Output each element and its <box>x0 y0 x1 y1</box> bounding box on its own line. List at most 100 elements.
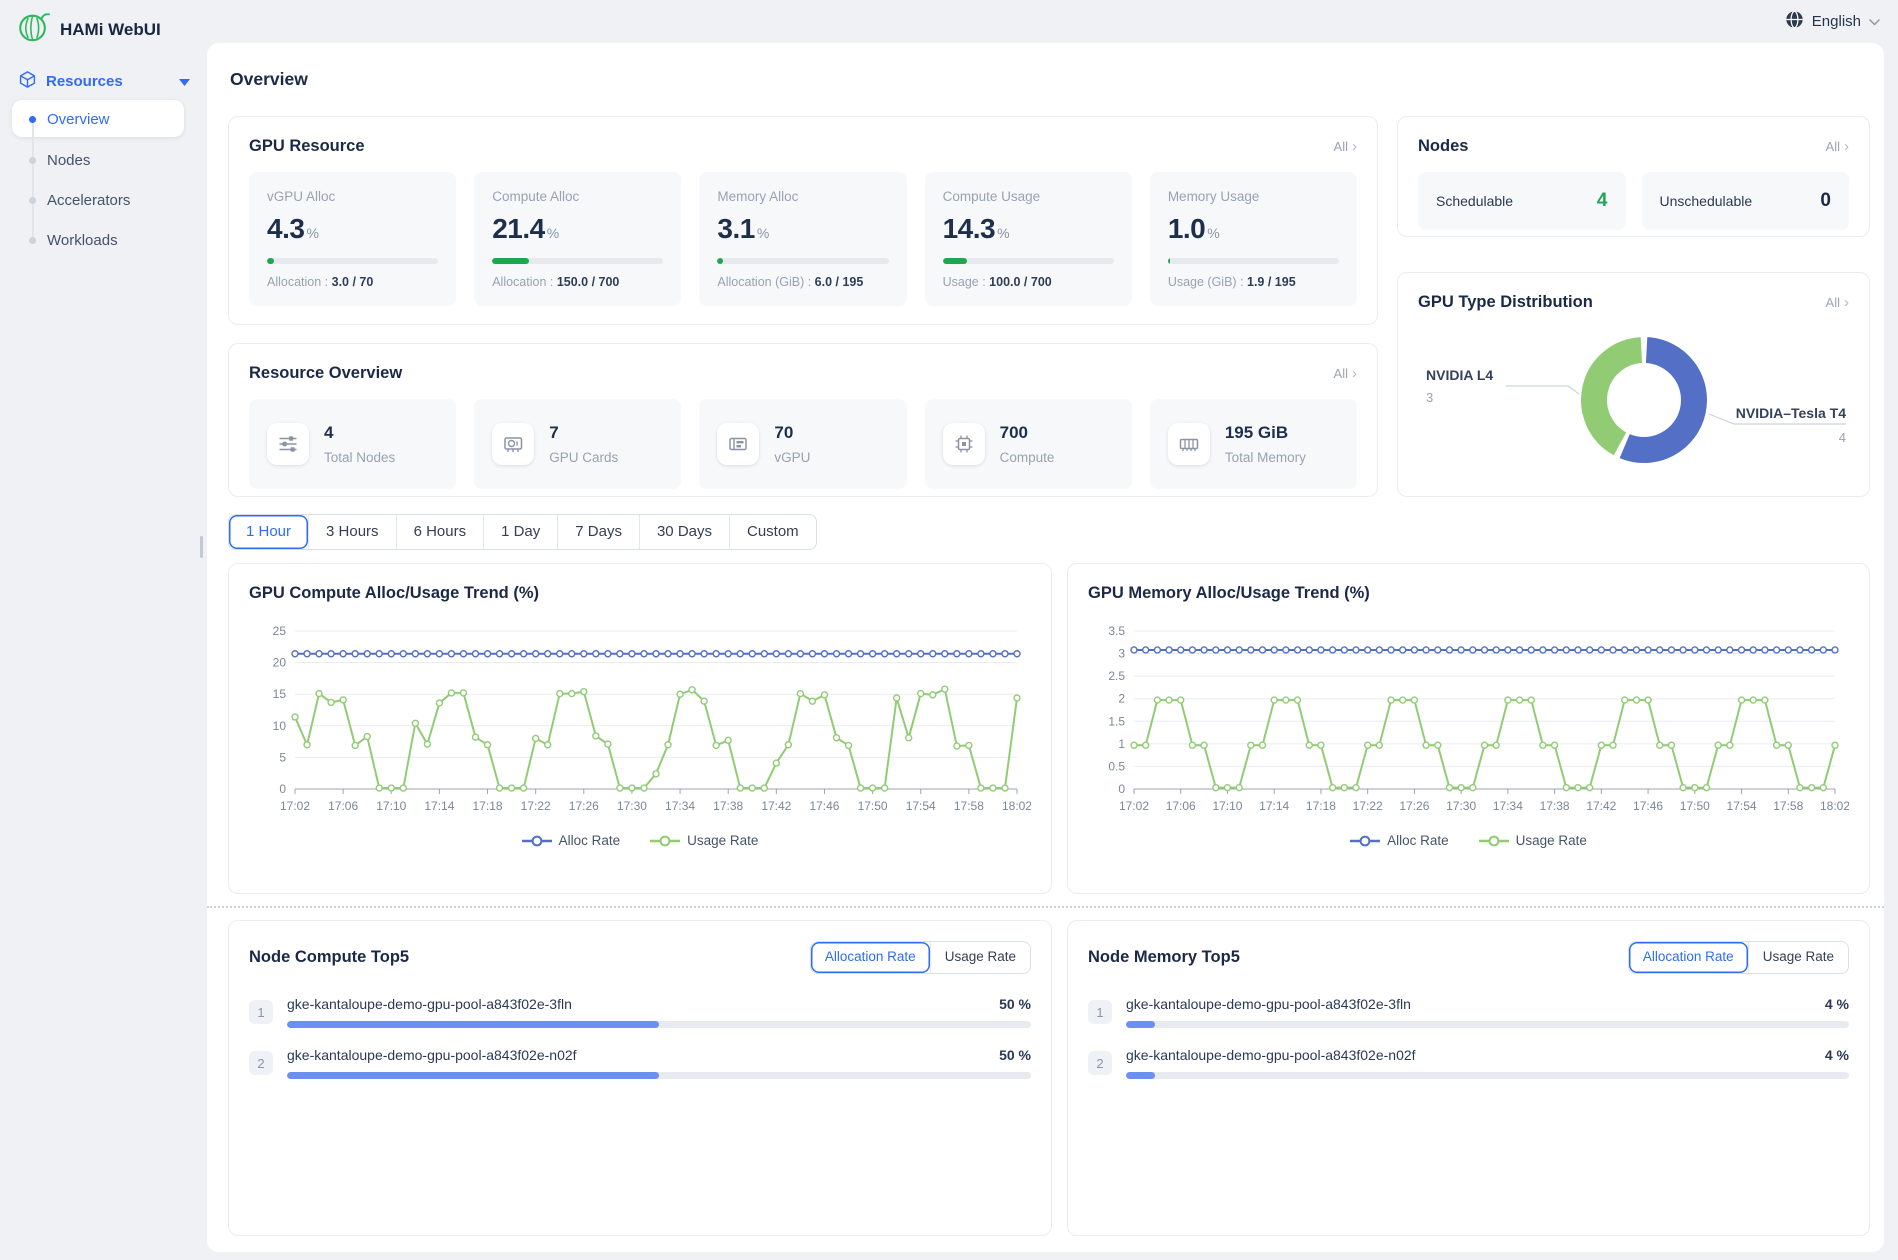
nodes-card: Nodes All› Schedulable 4 Unschedulable 0 <box>1397 116 1870 237</box>
progress-fill <box>943 258 967 264</box>
compute-trend-legend[interactable]: Alloc Rate Usage Rate <box>249 833 1031 848</box>
svg-text:17:18: 17:18 <box>1306 799 1336 813</box>
sidebar-resize-handle[interactable] <box>200 536 203 558</box>
chevron-right-icon: › <box>1352 138 1357 155</box>
main-panel: Overview GPU Resource All› vGPU Alloc 4.… <box>207 43 1884 1252</box>
svg-text:3.5: 3.5 <box>1108 624 1125 638</box>
memory-allocation-rate-tab[interactable]: Allocation Rate <box>1629 942 1748 973</box>
svg-text:25: 25 <box>273 624 287 638</box>
rank-badge: 1 <box>249 1000 273 1024</box>
time-tab-6-hours[interactable]: 6 Hours <box>396 515 484 549</box>
sidebar-item-nodes[interactable]: Nodes <box>0 142 190 179</box>
gpu-resource-card: GPU Resource All› vGPU Alloc 4.3% Alloca… <box>228 116 1378 325</box>
svg-text:0: 0 <box>279 782 286 796</box>
node-value: 50 % <box>999 1047 1031 1063</box>
svg-text:17:02: 17:02 <box>1119 799 1149 813</box>
svg-text:NVIDIA L4: NVIDIA L4 <box>1426 367 1493 383</box>
table-row: 1 gke-kantaloupe-demo-gpu-pool-a843f02e-… <box>1088 996 1849 1028</box>
legend-item[interactable]: Alloc Rate <box>522 833 621 848</box>
memory-trend-legend[interactable]: Alloc Rate Usage Rate <box>1088 833 1849 848</box>
svg-text:17:06: 17:06 <box>328 799 358 813</box>
bar-fill <box>287 1021 659 1028</box>
svg-text:1.5: 1.5 <box>1108 714 1125 728</box>
rank-badge: 2 <box>1088 1051 1112 1075</box>
section-divider <box>207 906 1884 908</box>
memory-trend-card: GPU Memory Alloc/Usage Trend (%) 00.511.… <box>1067 563 1870 894</box>
app-title: HAMi WebUI <box>60 20 161 40</box>
gpu-type-title: GPU Type Distribution <box>1418 293 1593 312</box>
resources-box-icon <box>18 70 37 93</box>
chevron-right-icon: › <box>1352 365 1357 382</box>
bar-fill <box>1126 1072 1155 1079</box>
svg-text:17:02: 17:02 <box>280 799 310 813</box>
language-selector[interactable]: English <box>1785 10 1880 33</box>
svg-text:18:02: 18:02 <box>1820 799 1849 813</box>
svg-text:17:22: 17:22 <box>521 799 551 813</box>
compute-allocation-rate-tab[interactable]: Allocation Rate <box>811 942 930 973</box>
nav-dot-icon <box>29 116 36 123</box>
compute-usage-rate-tab[interactable]: Usage Rate <box>930 942 1030 973</box>
gpu-resource-all-link[interactable]: All› <box>1334 138 1357 155</box>
svg-text:17:46: 17:46 <box>1633 799 1663 813</box>
sidebar-item-overview[interactable]: Overview <box>0 101 190 138</box>
unschedulable-count: 0 <box>1820 190 1831 212</box>
memory-icon <box>1168 423 1210 465</box>
legend-item[interactable]: Usage Rate <box>1479 833 1587 848</box>
svg-text:5: 5 <box>279 750 286 764</box>
bar-track <box>1126 1072 1849 1079</box>
gpu-type-all-link[interactable]: All› <box>1826 294 1849 311</box>
compute-trend-title: GPU Compute Alloc/Usage Trend (%) <box>249 584 1031 603</box>
table-row: 2 gke-kantaloupe-demo-gpu-pool-a843f02e-… <box>249 1047 1031 1079</box>
sidebar-item-workloads[interactable]: Workloads <box>0 222 190 259</box>
svg-text:17:42: 17:42 <box>1586 799 1616 813</box>
nav-dot-icon <box>29 197 36 204</box>
rank-badge: 2 <box>249 1051 273 1075</box>
time-tab-30-days[interactable]: 30 Days <box>639 515 729 549</box>
svg-text:17:18: 17:18 <box>473 799 503 813</box>
legend-item[interactable]: Alloc Rate <box>1350 833 1449 848</box>
node-compute-top5-title: Node Compute Top5 <box>249 948 409 967</box>
overview-tile-total-memory: 195 GiB Total Memory <box>1150 399 1357 489</box>
globe-icon <box>1785 10 1804 33</box>
progress-fill <box>717 258 722 264</box>
svg-text:17:26: 17:26 <box>569 799 599 813</box>
svg-text:17:54: 17:54 <box>1727 799 1757 813</box>
svg-text:17:58: 17:58 <box>1773 799 1803 813</box>
sidebar-menu-label: Resources <box>46 73 123 90</box>
nav-dot-icon <box>29 237 36 244</box>
svg-text:2.5: 2.5 <box>1108 669 1125 683</box>
gpu-type-donut-chart: NVIDIA L43NVIDIA–Tesla T44 <box>1418 318 1851 486</box>
time-tab-1-hour[interactable]: 1 Hour <box>229 515 308 549</box>
svg-text:NVIDIA–Tesla T4: NVIDIA–Tesla T4 <box>1736 405 1846 421</box>
svg-text:17:30: 17:30 <box>617 799 647 813</box>
resource-overview-title: Resource Overview <box>249 364 402 383</box>
progress-fill <box>492 258 529 264</box>
sidebar-menu-resources[interactable]: Resources <box>18 70 190 93</box>
resource-overview-all-link[interactable]: All› <box>1334 365 1357 382</box>
node-memory-top5-title: Node Memory Top5 <box>1088 948 1240 967</box>
nodes-title: Nodes <box>1418 137 1468 156</box>
progress-track <box>267 258 438 264</box>
time-tab-custom[interactable]: Custom <box>729 515 816 549</box>
sidebar-item-accelerators[interactable]: Accelerators <box>0 182 190 219</box>
schedulable-count: 4 <box>1597 190 1608 212</box>
svg-text:17:42: 17:42 <box>761 799 791 813</box>
svg-text:17:50: 17:50 <box>858 799 888 813</box>
time-tab-7-days[interactable]: 7 Days <box>557 515 639 549</box>
node-name: gke-kantaloupe-demo-gpu-pool-a843f02e-n0… <box>1126 1047 1416 1063</box>
stat-tile-memory-alloc: Memory Alloc 3.1% Allocation (GiB) : 6.0… <box>699 172 906 306</box>
time-range-tabs: 1 Hour 3 Hours 6 Hours 1 Day 7 Days 30 D… <box>228 514 817 550</box>
gpu-type-distribution-card: GPU Type Distribution All› NVIDIA L43NVI… <box>1397 272 1870 497</box>
time-tab-3-hours[interactable]: 3 Hours <box>308 515 396 549</box>
svg-text:17:38: 17:38 <box>1540 799 1570 813</box>
memory-trend-chart: 00.511.522.533.517:0217:0617:1017:1417:1… <box>1088 617 1849 827</box>
svg-text:17:26: 17:26 <box>1399 799 1429 813</box>
stat-tile-compute-usage: Compute Usage 14.3% Usage : 100.0 / 700 <box>925 172 1132 306</box>
node-name: gke-kantaloupe-demo-gpu-pool-a843f02e-3f… <box>287 996 572 1012</box>
time-tab-1-day[interactable]: 1 Day <box>483 515 557 549</box>
progress-track <box>1168 258 1339 264</box>
memory-usage-rate-tab[interactable]: Usage Rate <box>1748 942 1848 973</box>
svg-text:4: 4 <box>1839 430 1846 445</box>
legend-item[interactable]: Usage Rate <box>650 833 758 848</box>
nodes-all-link[interactable]: All› <box>1826 138 1849 155</box>
